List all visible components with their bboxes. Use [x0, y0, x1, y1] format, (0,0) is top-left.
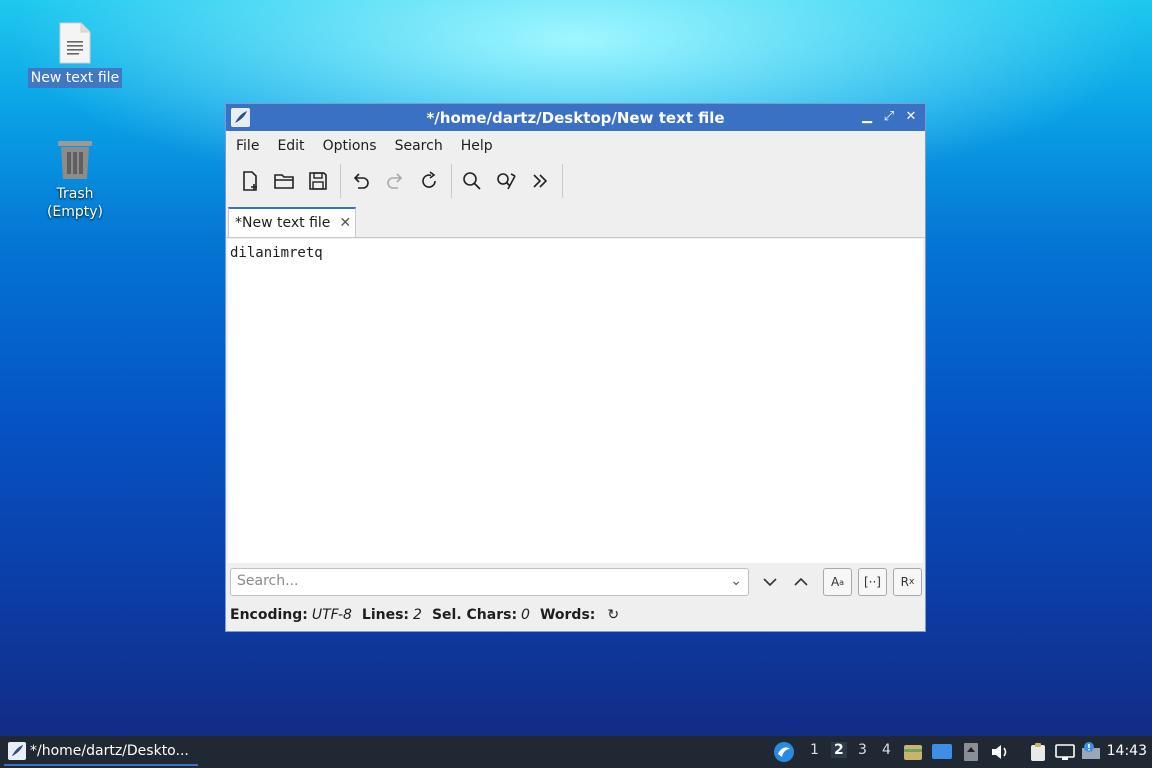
window-titlebar[interactable]: */home/dartz/Desktop/New text file ▁ ⤢ ✕	[226, 104, 925, 131]
menu-bar: File Edit Options Search Help	[226, 131, 925, 161]
toolbar-separator	[451, 164, 452, 198]
chevron-up-icon	[793, 577, 808, 586]
text-file-icon	[59, 22, 91, 64]
save-icon[interactable]	[304, 167, 332, 195]
toolbar	[226, 161, 925, 201]
tab-close-icon[interactable]: ✕	[339, 215, 351, 231]
editor-content: dilanimretq	[230, 245, 323, 261]
sel-chars-value: 0	[521, 607, 530, 623]
trash-icon	[58, 141, 92, 179]
regex-button[interactable]: Rx	[893, 568, 922, 596]
workspace-1[interactable]: 1	[810, 742, 819, 758]
taskbar-window-button[interactable]: */home/dartz/Deskto...	[4, 738, 198, 766]
menu-search[interactable]: Search	[389, 138, 449, 154]
tab-bar: *New text file ✕	[226, 201, 925, 238]
lxqt-logo-icon[interactable]	[773, 741, 795, 763]
toolbar-separator	[340, 164, 341, 198]
window-title: */home/dartz/Desktop/New text file	[426, 109, 725, 127]
maximize-icon[interactable]: ⤢	[881, 108, 897, 126]
chevron-down-icon	[762, 578, 777, 587]
lines-label: Lines:	[361, 607, 410, 623]
text-editor[interactable]: dilanimretq	[228, 239, 923, 563]
find-icon[interactable]	[458, 167, 486, 195]
new-file-icon[interactable]	[236, 167, 264, 195]
file-manager-icon[interactable]	[902, 741, 924, 763]
replace-icon[interactable]	[492, 167, 520, 195]
close-icon[interactable]: ✕	[903, 108, 919, 126]
whole-word-button[interactable]: [··]	[858, 568, 887, 596]
match-case-button[interactable]: Aa	[823, 568, 852, 596]
featherpad-icon	[8, 742, 26, 760]
editor-window: */home/dartz/Desktop/New text file ▁ ⤢ ✕…	[225, 103, 926, 632]
volume-icon[interactable]	[989, 741, 1011, 763]
search-input[interactable]: Search... ⌄	[230, 568, 749, 596]
show-desktop-icon[interactable]	[931, 741, 953, 763]
network-icon[interactable]	[1054, 741, 1076, 763]
redo-icon[interactable]	[381, 167, 409, 195]
more-icon[interactable]	[526, 167, 554, 195]
minimize-icon[interactable]: ▁	[859, 108, 875, 126]
desktop-icon-new-text-file[interactable]: New text file	[27, 22, 123, 88]
lines-value: 2	[413, 607, 422, 623]
chevron-down-icon[interactable]: ⌄	[730, 573, 742, 589]
desktop-icon-label: Trash (Empty)	[46, 186, 104, 220]
find-next-button[interactable]	[755, 568, 784, 596]
eject-icon[interactable]	[960, 741, 982, 763]
workspace-4[interactable]: 4	[882, 742, 891, 758]
tab-new-text-file[interactable]: *New text file ✕	[228, 207, 356, 237]
workspace-3[interactable]: 3	[858, 742, 867, 758]
taskbar: */home/dartz/Deskto... 1 2 3 4 14:43	[0, 736, 1152, 768]
words-label: Words:	[539, 607, 596, 623]
taskbar-window-label: */home/dartz/Deskto...	[30, 743, 189, 759]
encoding-value: UTF-8	[311, 607, 352, 623]
workspace-2[interactable]: 2	[831, 742, 847, 758]
search-bar: Search... ⌄ Aa [··] Rx	[228, 567, 923, 599]
toolbar-separator	[562, 164, 563, 198]
reload-icon[interactable]	[415, 167, 443, 195]
tab-label: *New text file	[235, 215, 331, 231]
encoding-label: Encoding:	[230, 607, 308, 623]
menu-help[interactable]: Help	[455, 138, 499, 154]
menu-edit[interactable]: Edit	[271, 138, 310, 154]
search-placeholder: Search...	[237, 573, 299, 589]
menu-file[interactable]: File	[230, 138, 265, 154]
notification-icon[interactable]	[1080, 741, 1102, 763]
desktop-icon-trash[interactable]: Trash (Empty)	[27, 138, 123, 222]
find-previous-button[interactable]	[786, 568, 815, 596]
clock[interactable]: 14:43	[1107, 743, 1147, 759]
desktop-icon-label: New text file	[27, 68, 123, 88]
open-folder-icon[interactable]	[270, 167, 298, 195]
clipboard-icon[interactable]	[1027, 741, 1049, 763]
menu-options[interactable]: Options	[317, 138, 383, 154]
sel-chars-label: Sel. Chars:	[431, 607, 518, 623]
refresh-words-icon[interactable]: ↻	[607, 607, 619, 623]
status-bar: Encoding: UTF-8 Lines: 2 Sel. Chars: 0 W…	[230, 604, 619, 626]
undo-icon[interactable]	[347, 167, 375, 195]
